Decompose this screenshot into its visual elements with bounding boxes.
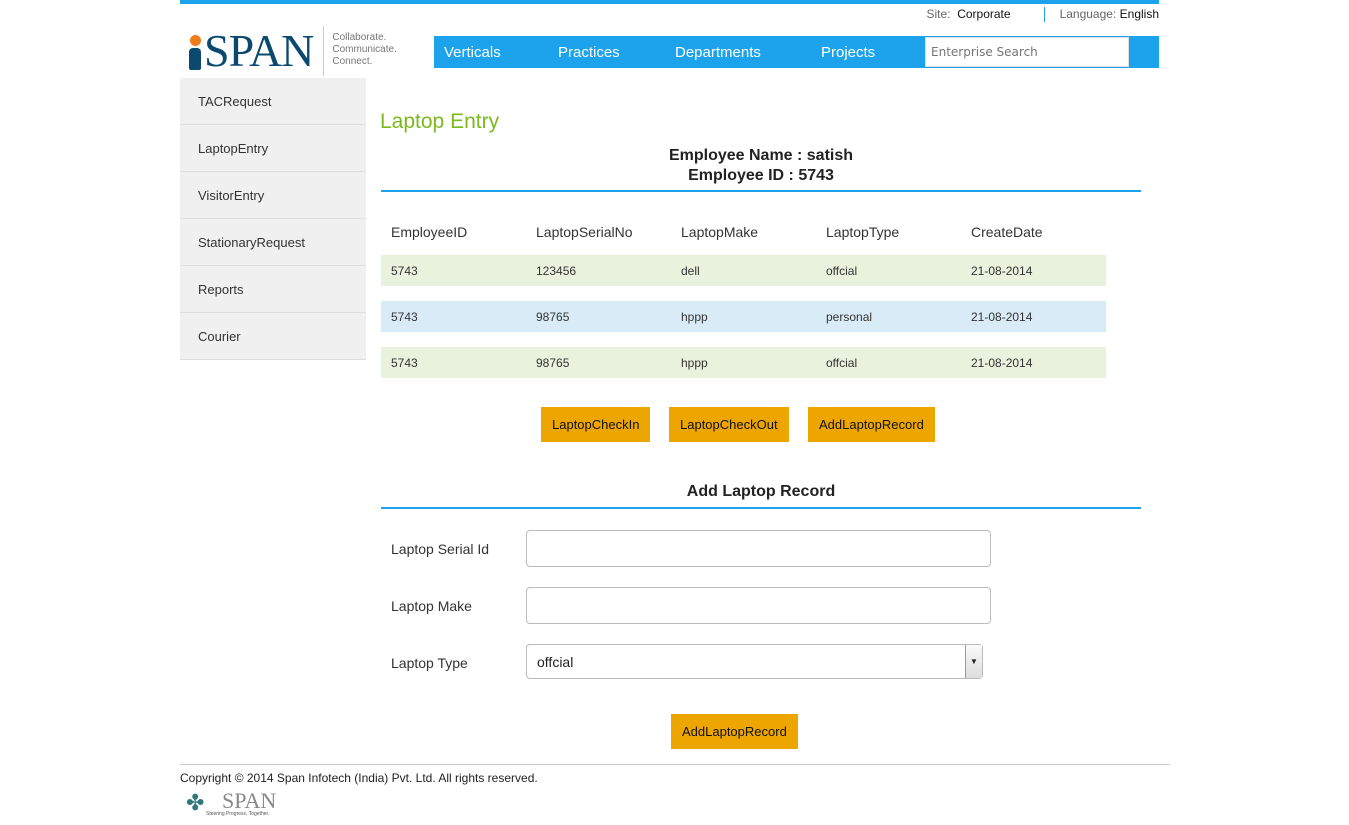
sidebar: TACRequest LaptopEntry VisitorEntry Stat… bbox=[180, 78, 366, 360]
laptop-make-input[interactable] bbox=[526, 587, 991, 624]
laptop-table: EmployeeID LaptopSerialNo LaptopMake Lap… bbox=[381, 216, 1106, 393]
column-header: LaptopMake bbox=[681, 223, 759, 240]
cell: 123456 bbox=[536, 263, 577, 278]
nav-departments[interactable]: Departments bbox=[665, 36, 811, 68]
divider bbox=[381, 190, 1141, 192]
nav-verticals[interactable]: Verticals bbox=[434, 36, 548, 68]
make-label: Laptop Make bbox=[391, 598, 472, 614]
cell: offcial bbox=[826, 355, 858, 370]
tagline-line: Communicate. bbox=[332, 44, 397, 55]
employee-info: Employee Name : satish Employee ID : 574… bbox=[381, 146, 1141, 186]
logo-wordmark: SPAN bbox=[204, 25, 314, 76]
cell: dell bbox=[681, 263, 700, 278]
employee-id: Employee ID : 5743 bbox=[688, 167, 834, 184]
enterprise-search-input[interactable] bbox=[925, 37, 1129, 67]
tagline-line: Collaborate. bbox=[332, 32, 387, 43]
footer-logo-wordmark: SPAN bbox=[222, 788, 277, 813]
column-header: EmployeeID bbox=[391, 223, 468, 240]
sidebar-item-tacrequest[interactable]: TACRequest bbox=[180, 78, 366, 125]
footer-logo-tagline: Steering Progress. Together. bbox=[206, 811, 270, 817]
cell: 21-08-2014 bbox=[971, 355, 1033, 370]
cell: personal bbox=[826, 309, 873, 324]
site-label: Site: bbox=[926, 7, 951, 21]
site-selector[interactable]: Corporate bbox=[957, 7, 1010, 22]
person-icon bbox=[188, 31, 202, 71]
page-title: Laptop Entry bbox=[380, 110, 500, 133]
ispan-logo[interactable]: SPAN Collaborate. Communicate. Connect. bbox=[188, 26, 397, 76]
sidebar-item-stationaryrequest[interactable]: StationaryRequest bbox=[180, 219, 366, 266]
cell: 5743 bbox=[391, 263, 418, 278]
nav-projects[interactable]: Projects bbox=[811, 36, 925, 68]
cell: hppp bbox=[681, 355, 708, 370]
table-row[interactable]: 5743 98765 hppp personal 21-08-2014 bbox=[381, 301, 1106, 332]
chevron-down-icon[interactable]: ▼ bbox=[965, 645, 982, 678]
form-title: Add Laptop Record bbox=[686, 483, 836, 500]
copyright: Copyright © 2014 Span Infotech (India) P… bbox=[180, 764, 1170, 785]
language-label: Language: bbox=[1059, 7, 1117, 21]
cell: 5743 bbox=[391, 355, 418, 370]
serial-label: Laptop Serial Id bbox=[391, 541, 490, 557]
table-header: EmployeeID LaptopSerialNo LaptopMake Lap… bbox=[381, 216, 1106, 247]
span-footer-logo: ✤ SPAN Steering Progress. Together. bbox=[186, 788, 277, 818]
cell: 21-08-2014 bbox=[971, 263, 1033, 278]
add-laptop-record-button[interactable]: AddLaptopRecord bbox=[808, 407, 935, 442]
sidebar-item-visitorentry[interactable]: VisitorEntry bbox=[180, 172, 366, 219]
cell: 98765 bbox=[536, 309, 570, 324]
divider bbox=[1043, 7, 1045, 22]
cell: 21-08-2014 bbox=[971, 309, 1033, 324]
sidebar-item-courier[interactable]: Courier bbox=[180, 313, 366, 360]
column-header: LaptopType bbox=[826, 223, 900, 240]
employee-name: Employee Name : satish bbox=[668, 147, 854, 164]
laptop-serial-input[interactable] bbox=[526, 530, 991, 567]
column-header: LaptopSerialNo bbox=[536, 223, 633, 240]
sidebar-item-reports[interactable]: Reports bbox=[180, 266, 366, 313]
cell: hppp bbox=[681, 309, 708, 324]
column-header: CreateDate bbox=[971, 223, 1043, 240]
cell: 5743 bbox=[391, 309, 418, 324]
table-row[interactable]: 5743 98765 hppp offcial 21-08-2014 bbox=[381, 347, 1106, 378]
selected-value: offcial bbox=[537, 654, 574, 670]
utility-bar: Site: Corporate Language: English bbox=[926, 7, 1159, 22]
logo-tagline: Collaborate. Communicate. Connect. bbox=[323, 26, 397, 76]
laptop-checkin-button[interactable]: LaptopCheckIn bbox=[541, 407, 651, 442]
tagline-line: Connect. bbox=[332, 56, 373, 67]
laptop-type-select[interactable]: offcial ▼ bbox=[526, 644, 983, 679]
type-label: Laptop Type bbox=[391, 655, 468, 671]
submit-add-laptop-record-button[interactable]: AddLaptopRecord bbox=[671, 714, 798, 749]
sidebar-item-laptopentry[interactable]: LaptopEntry bbox=[180, 125, 366, 172]
cell: 98765 bbox=[536, 355, 570, 370]
nav-practices[interactable]: Practices bbox=[548, 36, 665, 68]
divider bbox=[381, 507, 1141, 509]
language-selector[interactable]: English bbox=[1120, 7, 1159, 22]
table-row[interactable]: 5743 123456 dell offcial 21-08-2014 bbox=[381, 255, 1106, 286]
top-accent-bar bbox=[180, 0, 1159, 4]
laptop-checkout-button[interactable]: LaptopCheckOut bbox=[669, 407, 789, 442]
cell: offcial bbox=[826, 263, 858, 278]
